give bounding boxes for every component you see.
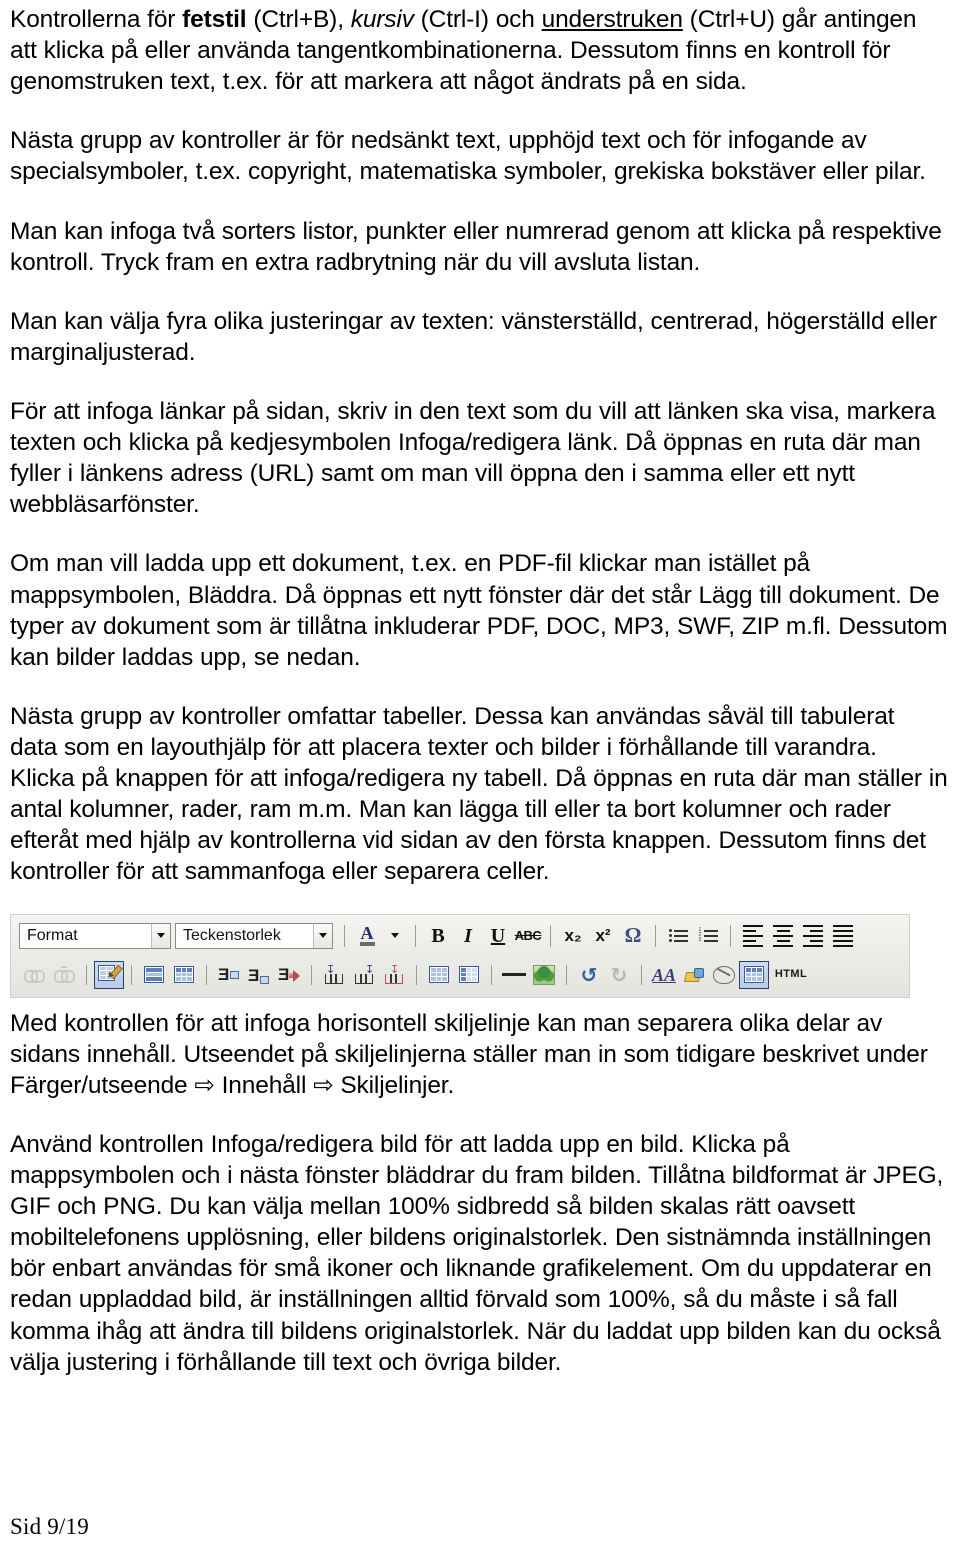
paragraph-9: Använd kontrollen Infoga/redigera bild f… [10, 1130, 944, 1376]
italic-icon[interactable]: I [453, 922, 483, 950]
insert-row-before-icon[interactable]: Ǝ [214, 961, 244, 989]
table-cell-properties-icon[interactable] [169, 961, 199, 989]
text-color-chevron-down-icon[interactable] [382, 922, 408, 950]
subscript-icon[interactable]: x₂ [558, 922, 588, 950]
align-left-icon[interactable] [738, 922, 768, 950]
toolbar-separator [730, 924, 731, 947]
cleanup-icon[interactable] [679, 961, 709, 989]
insert-column-before-icon[interactable]: ↧ [319, 961, 349, 989]
format-dropdown-label: Format [27, 926, 78, 944]
run-underline: understruken [541, 6, 683, 33]
toolbar-separator [344, 924, 345, 947]
paragraph-2: Nästa grupp av kontroller är för nedsänk… [10, 127, 926, 186]
align-center-icon[interactable] [768, 922, 798, 950]
font-size-icon[interactable]: AA [649, 961, 679, 989]
toolbar-separator [415, 924, 416, 947]
delete-row-icon[interactable]: Ǝ [274, 961, 304, 989]
insert-column-after-icon[interactable]: ↧ [349, 961, 379, 989]
toolbar-separator [131, 964, 132, 985]
paragraph-4: Man kan välja fyra olika justeringar av … [10, 307, 937, 366]
remove-format-icon[interactable] [709, 961, 739, 989]
insert-edit-image-icon[interactable] [529, 961, 559, 989]
strikethrough-icon[interactable]: ABC [513, 922, 543, 950]
underline-icon[interactable]: U [483, 922, 513, 950]
insert-edit-table-icon[interactable] [94, 960, 124, 989]
subscript-glyph: x₂ [564, 926, 582, 946]
toolbar-row-2: Ǝ Ǝ Ǝ ↧ ↧ ↧ ↺ ↻ AA HTML [13, 955, 909, 995]
numbered-list-icon[interactable]: 1 2 3 [693, 922, 723, 950]
unlink-icon[interactable] [49, 961, 79, 989]
document-page: Kontrollerna för fetstil (Ctrl+B), kursi… [0, 0, 960, 1558]
toolbar-separator [550, 924, 551, 947]
underline-glyph: U [490, 924, 506, 947]
superscript-icon[interactable]: x² [588, 922, 618, 950]
undo-glyph: ↺ [580, 962, 598, 987]
undo-icon[interactable]: ↺ [574, 961, 604, 989]
strikethrough-glyph: ABC [514, 928, 542, 944]
paragraph-5: För att infoga länkar på sidan, skriv in… [10, 397, 936, 519]
format-dropdown[interactable]: Format [19, 922, 171, 949]
font-size-glyph: AA [651, 964, 676, 985]
page-footer: Sid 9/19 [10, 1514, 89, 1539]
align-right-icon[interactable] [798, 922, 828, 950]
toolbar-row-1: Format Teckenstorlek A B I U ABC x₂ x² Ω… [13, 917, 909, 955]
horizontal-rule-icon[interactable] [499, 961, 529, 989]
bullet-list-icon[interactable] [663, 922, 693, 950]
toggle-table-borders-icon[interactable] [739, 960, 769, 989]
paragraph-8: Med kontrollen för att infoga horisontel… [10, 1009, 928, 1099]
bold-glyph: B [431, 924, 445, 947]
run-bold: fetstil [182, 6, 247, 33]
superscript-glyph: x² [595, 926, 611, 946]
split-cells-icon[interactable] [454, 961, 484, 989]
insert-link-icon[interactable] [19, 961, 49, 989]
document-body: Kontrollerna för fetstil (Ctrl+B), kursi… [10, 0, 948, 1378]
align-justify-icon[interactable] [828, 922, 858, 950]
run-italic: kursiv [350, 6, 414, 33]
redo-glyph: ↻ [610, 962, 628, 987]
toolbar-separator [641, 964, 642, 985]
table-row-properties-icon[interactable] [139, 961, 169, 989]
toolbar-separator [416, 964, 417, 985]
toolbar-separator [311, 964, 312, 985]
paragraph-6: Om man vill ladda upp ett dokument, t.ex… [10, 550, 948, 671]
merge-cells-icon[interactable] [424, 961, 454, 989]
omega-glyph: Ω [624, 923, 642, 948]
edit-html-icon[interactable]: HTML [769, 961, 813, 989]
editor-toolbar-figure: Format Teckenstorlek A B I U ABC x₂ x² Ω… [10, 913, 910, 998]
fontsize-dropdown[interactable]: Teckenstorlek [175, 922, 333, 949]
paragraph-3: Man kan infoga två sorters listor, punkt… [10, 217, 942, 276]
run-text: (Ctrl-I) och [413, 6, 542, 33]
chevron-down-icon[interactable] [151, 923, 170, 948]
html-glyph: HTML [774, 968, 808, 981]
toolbar-separator [86, 964, 87, 985]
run-text: Kontrollerna för [10, 6, 183, 33]
special-character-icon[interactable]: Ω [618, 922, 648, 950]
paragraph-1: Kontrollerna för fetstil (Ctrl+B), kursi… [10, 4, 948, 97]
toolbar-separator [491, 964, 492, 985]
chevron-down-icon[interactable] [313, 923, 332, 948]
delete-column-icon[interactable]: ↧ [379, 961, 409, 989]
bold-icon[interactable]: B [423, 922, 453, 950]
toolbar-separator [206, 964, 207, 985]
text-color-icon[interactable]: A [352, 922, 382, 950]
paragraph-7: Nästa grupp av kontroller omfattar tabel… [10, 702, 948, 886]
insert-row-after-icon[interactable]: Ǝ [244, 961, 274, 989]
fontsize-dropdown-label: Teckenstorlek [183, 926, 281, 944]
italic-glyph: I [464, 924, 472, 947]
run-text: (Ctrl+B), [246, 6, 351, 33]
redo-icon[interactable]: ↻ [604, 961, 634, 989]
toolbar-separator [655, 924, 656, 947]
toolbar-separator [566, 964, 567, 985]
